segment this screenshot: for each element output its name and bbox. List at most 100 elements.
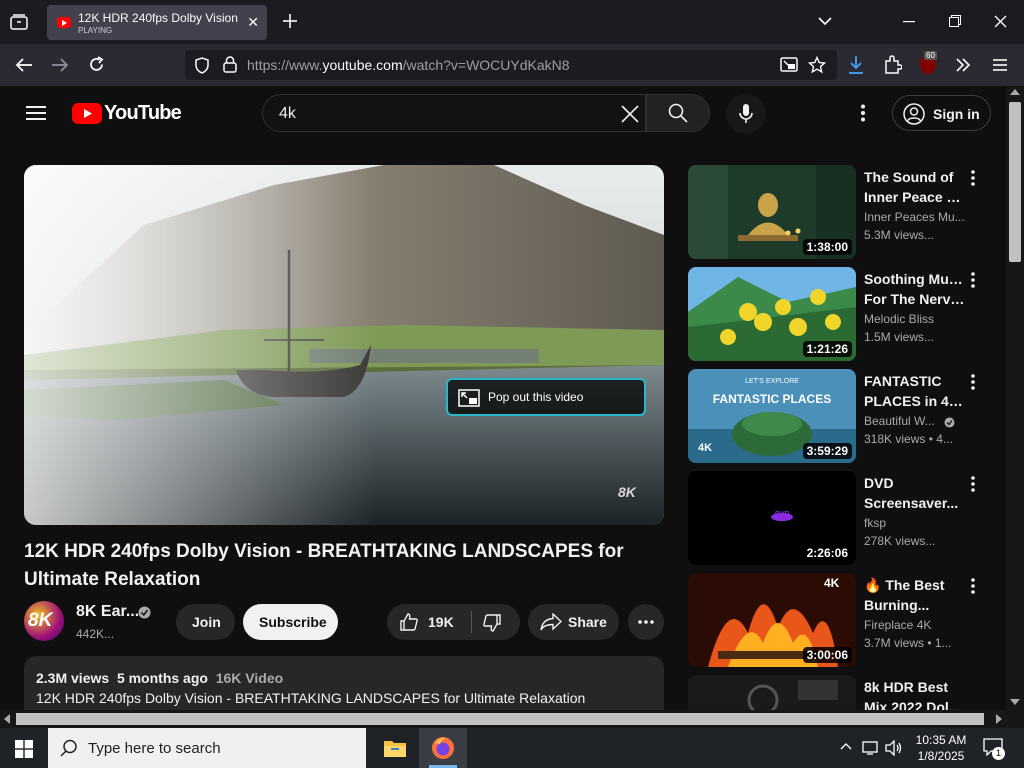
voice-search-button[interactable] — [726, 94, 766, 134]
minimize-icon[interactable] — [903, 21, 915, 23]
recommendation-thumbnail[interactable]: DVD 2:26:06 — [688, 471, 856, 565]
subscribe-button[interactable]: Subscribe — [243, 604, 338, 640]
share-label: Share — [568, 614, 607, 630]
extensions-icon[interactable] — [884, 55, 902, 74]
ublock-extension-icon[interactable]: 60 — [918, 51, 940, 76]
channel-avatar-text: 8K — [28, 610, 53, 631]
address-bar[interactable]: https://www.youtube.com/watch?v=WOCUYdKa… — [185, 50, 837, 80]
recommendation-thumbnail[interactable]: 1:38:00 — [688, 165, 856, 259]
more-vertical-icon[interactable] — [970, 577, 976, 595]
firefox-taskbar-button[interactable] — [419, 728, 467, 768]
video-frame: 8K — [24, 165, 664, 525]
share-button[interactable]: Share — [528, 604, 619, 640]
recommendation-item[interactable]: 4K 3:00:06 🔥 The Best Burning... Fireplac… — [688, 573, 988, 667]
video-player[interactable]: 8K Pop out this video — [24, 165, 664, 525]
sign-in-button[interactable]: Sign in — [892, 95, 991, 131]
duration-badge: 1:21:26 — [802, 341, 852, 357]
shield-icon[interactable] — [194, 57, 210, 74]
like-button[interactable]: 19K — [387, 604, 471, 640]
microphone-icon — [739, 104, 753, 123]
hamburger-menu-icon[interactable] — [26, 105, 46, 121]
vertical-scroll-thumb[interactable] — [1009, 102, 1021, 262]
more-vertical-icon[interactable] — [970, 475, 976, 493]
more-vertical-icon[interactable] — [970, 169, 976, 187]
duration-badge: 2:26:06 — [802, 545, 852, 561]
search-input-value[interactable]: 4k — [279, 105, 296, 123]
channel-name[interactable]: 8K Ear... — [76, 603, 139, 621]
recommendation-channel[interactable]: Melodic Bliss — [864, 312, 966, 326]
youtube-logo[interactable]: YouTube — [72, 103, 182, 124]
settings-more-icon[interactable] — [860, 104, 866, 122]
windows-start-icon[interactable] — [15, 740, 33, 758]
overflow-icon[interactable] — [955, 58, 971, 72]
recommendation-item[interactable]: DVD 2:26:06 DVD Screensaver... fksp 278K … — [688, 471, 988, 565]
close-window-icon[interactable] — [994, 15, 1007, 28]
more-vertical-icon[interactable] — [970, 373, 976, 391]
search-input[interactable]: 4k — [262, 94, 646, 132]
chevron-down-icon[interactable] — [818, 16, 832, 26]
new-tab-icon[interactable] — [282, 13, 298, 29]
recommendation-channel[interactable]: fksp — [864, 516, 966, 530]
scroll-left-icon[interactable] — [4, 714, 10, 724]
lock-icon[interactable] — [223, 56, 237, 73]
taskbar-search-box[interactable]: Type here to search — [48, 728, 366, 768]
channel-avatar[interactable]: 8K — [24, 601, 64, 641]
bookmark-star-icon[interactable] — [808, 56, 826, 74]
scroll-right-icon[interactable] — [996, 714, 1002, 724]
duration-badge: 1:38:00 — [802, 239, 852, 255]
file-explorer-icon[interactable] — [383, 738, 407, 758]
more-vertical-icon[interactable] — [970, 271, 976, 289]
recommendation-title[interactable]: 🔥 The Best Burning... — [864, 575, 966, 615]
duration-badge: 3:59:29 — [802, 443, 852, 459]
active-tab[interactable]: 12K HDR 240fps Dolby Vision - B PLAYING … — [47, 5, 267, 40]
description-text: 12K HDR 240fps Dolby Vision - BREATHTAKI… — [36, 690, 586, 706]
back-icon[interactable] — [15, 57, 33, 73]
scroll-up-icon[interactable] — [1010, 89, 1020, 95]
menu-icon[interactable] — [992, 58, 1008, 72]
search-button[interactable] — [646, 94, 710, 132]
recommendation-title[interactable]: Soothing Music For The Nerve... — [864, 269, 966, 309]
recommendation-channel[interactable]: Fireplace 4K — [864, 618, 966, 632]
horizontal-scrollbar[interactable] — [0, 710, 1024, 728]
forward-icon[interactable] — [51, 57, 69, 73]
recommendation-thumbnail[interactable]: 4K 3:00:06 — [688, 573, 856, 667]
recommendation-item[interactable]: 8k HDR Best Mix 2022 Dol... — [688, 675, 988, 710]
recommendation-channel[interactable]: Inner Peaces Mu... — [864, 210, 966, 224]
restore-icon[interactable] — [949, 15, 961, 27]
download-icon[interactable] — [847, 55, 865, 75]
recommendation-meta: 3.7M views • 1... — [864, 636, 952, 650]
join-button[interactable]: Join — [176, 604, 235, 640]
tab-close-icon[interactable]: ✕ — [247, 14, 259, 31]
more-actions-button[interactable] — [628, 604, 664, 640]
scroll-down-icon[interactable] — [1010, 699, 1020, 705]
recommendation-item[interactable]: 1:21:26 Soothing Music For The Nerve... M… — [688, 267, 988, 361]
horizontal-scroll-thumb[interactable] — [16, 713, 984, 725]
recommendation-title[interactable]: 8k HDR Best Mix 2022 Dol... — [864, 677, 966, 710]
picture-in-picture-icon[interactable] — [780, 57, 798, 73]
show-hidden-icons-icon[interactable] — [840, 742, 852, 750]
clear-search-icon[interactable] — [621, 105, 639, 123]
recommendation-thumbnail[interactable]: 1:21:26 — [688, 267, 856, 361]
pop-out-video-button[interactable]: Pop out this video — [446, 378, 646, 416]
volume-icon[interactable] — [885, 740, 903, 756]
recommendation-title[interactable]: The Sound of Inner Peace 7 ... — [864, 167, 966, 207]
dislike-button[interactable] — [472, 604, 520, 640]
notifications-icon[interactable]: 1 — [983, 738, 1005, 760]
recommendation-thumbnail[interactable]: LET'S EXPLORE FANTASTIC PLACES 4K 3:59:2… — [688, 369, 856, 463]
subscriber-count: 442K... — [76, 627, 115, 641]
url-text[interactable]: https://www.youtube.com/watch?v=WOCUYdKa… — [247, 57, 570, 73]
video-tag[interactable]: 16K Video — [216, 670, 283, 686]
system-clock[interactable]: 10:35 AM 1/8/2025 — [914, 732, 968, 764]
recommendation-thumbnail[interactable] — [688, 675, 856, 710]
recommendation-item[interactable]: 1:38:00 The Sound of Inner Peace 7 ... In… — [688, 165, 988, 259]
youtube-favicon-icon — [57, 17, 71, 28]
recommendation-title[interactable]: DVD Screensaver... — [864, 473, 966, 513]
tab-list-icon[interactable] — [10, 14, 28, 30]
description-box[interactable]: 2.3M views 5 months ago 16K Video 12K HD… — [24, 656, 664, 710]
recommendation-title[interactable]: FANTASTIC PLACES in 4K... — [864, 371, 966, 411]
vertical-scrollbar[interactable] — [1006, 86, 1024, 710]
firefox-icon — [432, 737, 454, 759]
network-icon[interactable] — [862, 740, 880, 756]
reload-icon[interactable] — [88, 56, 105, 73]
recommendation-item[interactable]: LET'S EXPLORE FANTASTIC PLACES 4K 3:59:2… — [688, 369, 988, 463]
